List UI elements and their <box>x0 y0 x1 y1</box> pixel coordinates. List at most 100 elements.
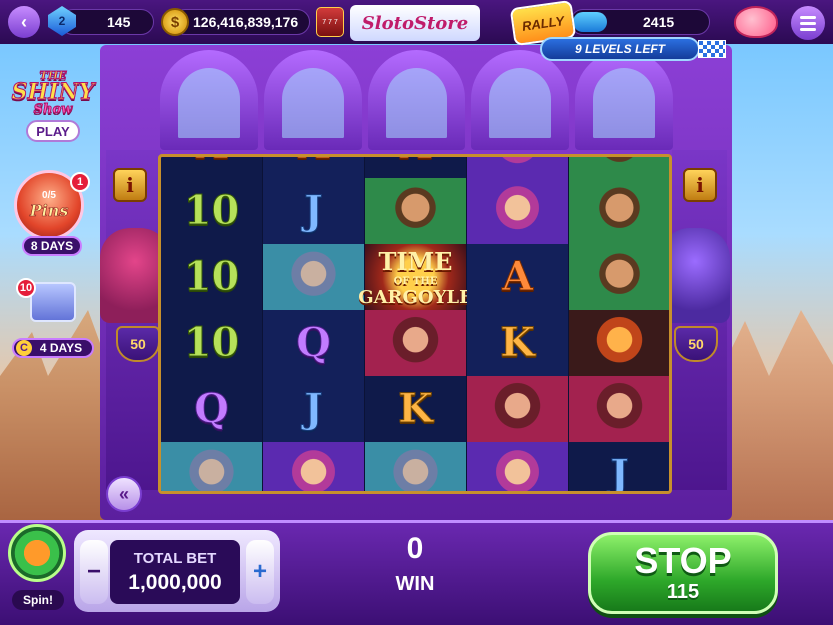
collapse-sidebar-button[interactable]: « <box>106 476 142 512</box>
reel-symbol-ace: A <box>263 157 365 178</box>
symbol-letter: 10 <box>183 187 240 234</box>
rally-progress-bar[interactable]: 2415 <box>570 9 710 35</box>
shiny-show-line2: SHINY <box>11 79 95 105</box>
total-bet-label: TOTAL BET <box>133 549 217 567</box>
multiplier-shield-right: 50 <box>674 326 718 362</box>
reel-symbol-king: K <box>467 310 569 376</box>
autospin-count: 115 <box>666 580 700 603</box>
symbol-letter: K <box>500 319 536 366</box>
symbol-letter: Q <box>296 319 332 366</box>
win-amount: 0 <box>406 532 424 565</box>
symbol-letter: 10 <box>183 253 240 300</box>
chest-icon[interactable] <box>30 282 76 322</box>
reel-symbol-queen: Q <box>161 376 263 442</box>
symbol-letter: J <box>610 451 630 494</box>
symbol-letter: J <box>304 187 324 234</box>
reel-window[interactable]: AAA10J10TIMEOF THEGARGOYLEA10QKQJKJ <box>158 154 672 494</box>
reel-symbol-lady <box>467 376 569 442</box>
lady-character-icon <box>365 310 466 376</box>
checkered-flag-icon <box>698 40 726 58</box>
jester-character-icon <box>263 442 364 491</box>
reel-symbol-ten: 10 <box>161 310 263 376</box>
man-character-icon <box>365 178 466 244</box>
reel-symbol-lady <box>569 376 669 442</box>
jester-character-icon <box>467 157 568 178</box>
rally-progress-fill <box>573 12 607 32</box>
spin-gift-label[interactable]: Spin! <box>12 590 64 610</box>
pins-logo: Pins <box>29 201 69 221</box>
arch <box>367 50 466 150</box>
stop-label: STOP <box>634 539 732 581</box>
total-bet-display: TOTAL BET 1,000,000 <box>110 540 240 604</box>
symbol-letter: Q <box>194 385 230 432</box>
arch <box>575 50 673 150</box>
reel-symbol-jester <box>467 442 569 491</box>
reel-symbol-ten: 10 <box>161 244 263 310</box>
levels-left-banner: 9 LEVELS LEFT <box>540 37 700 61</box>
reel-symbol-wizard <box>263 244 365 310</box>
total-bet-value: 1,000,000 <box>128 570 222 594</box>
reel-symbol-ace: A <box>365 157 467 178</box>
pins-days-tag: 8 DAYS <box>22 236 82 256</box>
coin-c-icon: C <box>16 340 32 356</box>
reel-symbol-demon <box>569 310 669 376</box>
symbol-letter: A <box>399 157 431 165</box>
hamburger-icon-line <box>800 21 816 25</box>
jester-character-icon <box>467 442 568 491</box>
rally-points: 2415 <box>643 14 675 30</box>
coins-pill[interactable]: 126,416,839,176 <box>172 9 310 35</box>
info-button-left[interactable]: i <box>113 168 147 202</box>
reel-symbol-wizard <box>161 442 263 491</box>
reel-symbol-jack: J <box>569 442 669 494</box>
info-button-right[interactable]: i <box>683 168 717 202</box>
symbol-letter: J <box>304 385 324 432</box>
reel-symbol-jester <box>467 157 569 178</box>
arch <box>160 50 258 150</box>
chest-notification-badge: 10 <box>16 278 36 298</box>
reel-symbol-jester <box>263 442 365 491</box>
symbol-letter: A <box>297 157 329 165</box>
reel-symbol-ace: A <box>161 157 263 178</box>
play-button[interactable]: PLAY <box>26 120 80 142</box>
time-of-the-gargoyle-logo: TIME OF THE GARGOYLE <box>358 244 473 310</box>
back-button[interactable]: ‹ <box>8 6 40 38</box>
reel-symbol-queen: Q <box>263 310 365 376</box>
gems-count: 145 <box>107 14 131 30</box>
man-character-icon <box>569 157 669 178</box>
symbol-letter: 10 <box>183 319 240 366</box>
reel-symbol-man <box>365 178 467 244</box>
wizard-character-icon <box>263 244 364 310</box>
sloto-store-button[interactable]: SlotoStore <box>350 5 480 41</box>
decrease-bet-button[interactable]: − <box>80 540 108 604</box>
coins-count: 126,416,839,176 <box>193 14 299 30</box>
reel-symbol-man <box>569 244 669 310</box>
arch <box>471 50 570 150</box>
reel-symbol-jack: J <box>263 376 365 442</box>
stop-button[interactable]: STOP 115 <box>588 532 778 614</box>
increase-bet-button[interactable]: + <box>246 540 274 604</box>
hamburger-icon-line <box>800 27 816 31</box>
reel-symbol-man <box>569 157 669 178</box>
lady-character-icon <box>467 376 568 442</box>
reel-symbol-king: K <box>365 376 467 442</box>
reel-symbol-lady <box>365 310 467 376</box>
symbol-letter: A <box>195 157 227 165</box>
reel-symbol-ace: A <box>467 244 569 310</box>
reel-symbol-jester <box>467 178 569 244</box>
reel-symbol-jack: J <box>263 178 365 244</box>
arch <box>263 50 362 150</box>
wizard-character-icon <box>161 442 262 491</box>
reel-symbol-wizard <box>365 442 467 491</box>
gift-icon[interactable] <box>8 524 66 582</box>
stained-glass-arches <box>160 50 673 150</box>
shiny-show-widget[interactable]: THE SHINY Show PLAY <box>10 70 96 154</box>
slot-machine-icon[interactable]: 7 7 7 <box>316 7 344 37</box>
jester-character-icon <box>467 178 568 244</box>
piggy-bank-icon[interactable] <box>734 6 778 38</box>
menu-button[interactable] <box>791 6 825 40</box>
logo-line2: OF THE <box>393 275 438 287</box>
wizard-character-icon <box>365 442 466 491</box>
shiny-show-logo: THE SHINY Show <box>11 70 95 117</box>
win-label: WIN <box>395 573 435 595</box>
pins-notification-badge: 1 <box>70 172 90 192</box>
